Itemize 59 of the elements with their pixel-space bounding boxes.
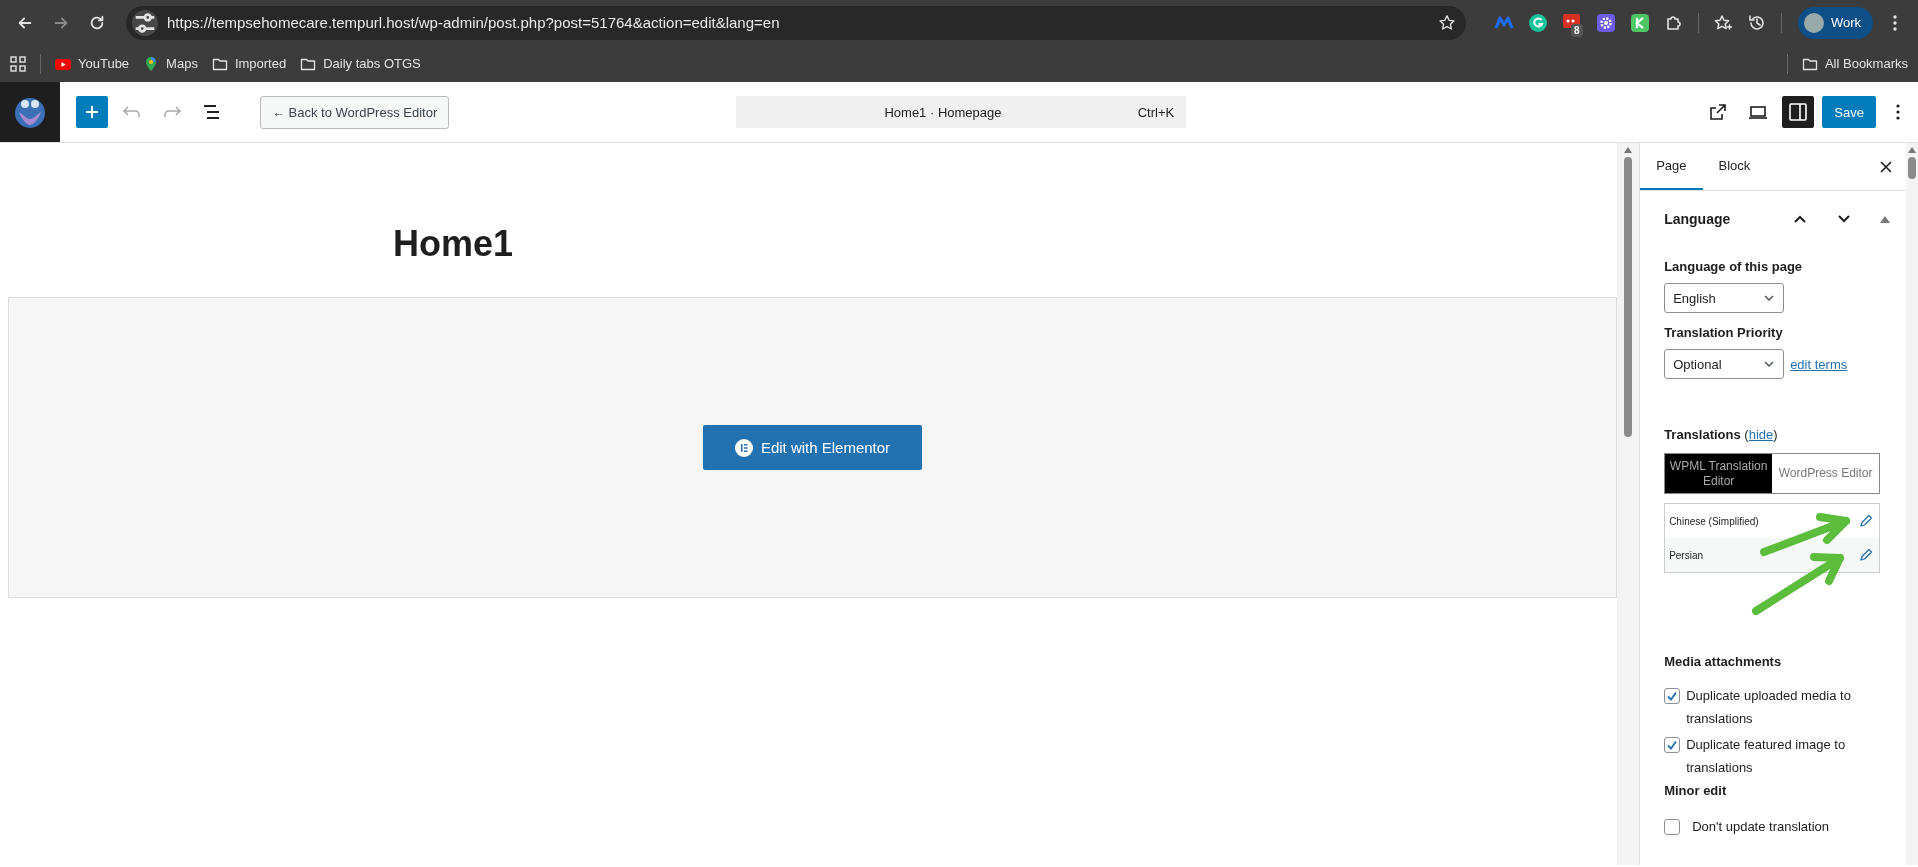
language-name: Persian [1669, 549, 1705, 561]
checkbox[interactable] [1664, 688, 1681, 704]
g-extension-icon[interactable] [1528, 12, 1548, 33]
pencil-icon[interactable] [1859, 548, 1874, 562]
url-text: https://tempsehomecare.tempurl.host/wp-admin/post.php?post=51764&action=edit&lang=en [167, 14, 781, 31]
gear-extension-icon[interactable] [1596, 12, 1616, 33]
edit-with-elementor-button[interactable]: Edit with Elementor [703, 425, 922, 470]
bookmark-star-icon[interactable] [1438, 13, 1456, 32]
keyboard-shortcut: Ctrl+K [1137, 104, 1175, 120]
edit-terms-link[interactable]: edit terms [1790, 356, 1848, 372]
bookmark-link[interactable]: YouTube [55, 55, 130, 72]
command-bar[interactable]: Home1 · Homepage Ctrl+K [736, 96, 1187, 128]
scrollbar-thumb[interactable] [1908, 157, 1916, 179]
panel-title: Language [1664, 211, 1732, 227]
checkbox[interactable] [1664, 737, 1681, 753]
apps-grid-icon[interactable] [10, 55, 26, 72]
page-title: Home1 [393, 222, 514, 266]
scroll-up-arrow-icon[interactable] [1908, 147, 1916, 153]
section-label: Media attachments [1664, 653, 1783, 671]
avatar-icon [1804, 12, 1824, 33]
k-extension-icon[interactable] [1630, 12, 1650, 33]
chevron-down-icon [1763, 358, 1776, 370]
checkbox[interactable] [1664, 819, 1681, 835]
site-logo-icon[interactable] [0, 82, 60, 142]
bookmark-link[interactable]: Maps [143, 55, 198, 72]
hide-link[interactable]: (hide) [1744, 427, 1778, 442]
address-bar[interactable]: https://tempsehomecare.tempurl.host/wp-admin/post.php?post=51764&action=edit&lang=en [126, 5, 1466, 40]
checkbox-label: Duplicate featured image to translations [1686, 736, 1847, 777]
field-label: Language of this page [1664, 258, 1804, 276]
sidebar-tab[interactable]: Page [1640, 143, 1703, 190]
history-icon[interactable] [1747, 12, 1767, 33]
add-block-button[interactable] [76, 96, 108, 128]
editor-option[interactable]: WPML Translation Editor [1665, 454, 1773, 493]
collapse-triangle-icon[interactable] [1880, 215, 1890, 223]
bookmarks-star-icon[interactable] [1713, 12, 1733, 33]
e-logo-icon [734, 438, 753, 457]
language-name: Chinese (Simplified) [1669, 515, 1760, 527]
section-label: Translations [1664, 427, 1741, 442]
document-title: Home1 · Homepage [883, 104, 1003, 120]
sidebar-panel-icon [1787, 101, 1810, 123]
chevron-down-icon [1763, 292, 1776, 304]
sidebar-toggle-button[interactable] [1782, 96, 1815, 128]
bookmark-link[interactable]: All Bookmarks [1801, 55, 1908, 72]
extension-badge: 8 [1571, 23, 1583, 37]
field-label: Translation Priority [1664, 324, 1784, 342]
language-select[interactable]: English [1664, 283, 1785, 313]
back-to-editor-button[interactable]: ← Back to WordPress Editor [260, 95, 450, 129]
sidebar-tab[interactable]: Block [1702, 143, 1767, 190]
scroll-up-arrow-icon[interactable] [1624, 147, 1633, 153]
section-label: Minor edit [1664, 782, 1728, 800]
pencil-icon[interactable] [1859, 514, 1874, 528]
checkbox-label: Duplicate uploaded media to translations [1686, 687, 1852, 728]
bookmark-link[interactable]: Imported [211, 55, 287, 72]
profile-button[interactable]: Work [1798, 6, 1874, 39]
checkbox-label: Don't update translation [1692, 818, 1830, 836]
save-button[interactable]: Save [1822, 96, 1876, 128]
priority-select[interactable]: Optional [1664, 349, 1785, 379]
scrollbar-thumb[interactable] [1624, 157, 1633, 437]
bookmark-link[interactable]: Daily tabs OTGS [300, 55, 421, 72]
